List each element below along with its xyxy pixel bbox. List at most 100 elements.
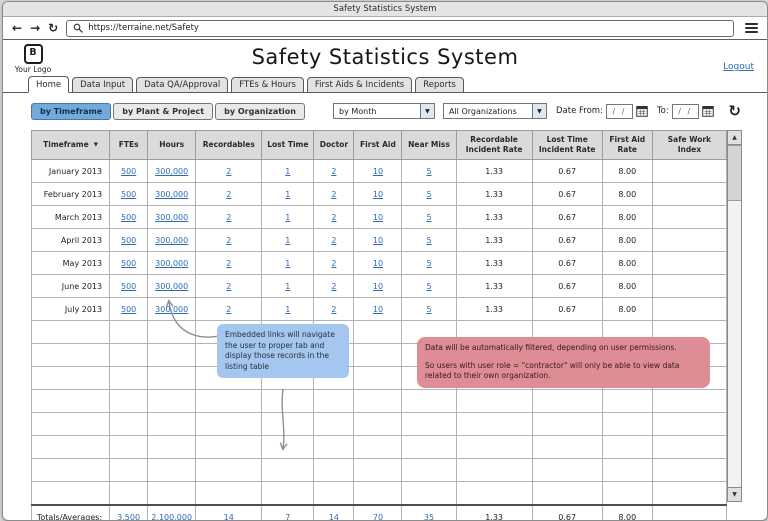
cell-link[interactable]: 300,000 bbox=[155, 213, 188, 222]
cell-link[interactable]: 2 bbox=[226, 282, 231, 291]
cell-link[interactable]: 1 bbox=[285, 305, 290, 314]
tab-reports[interactable]: Reports bbox=[415, 77, 464, 92]
chevron-down-icon[interactable]: ▼ bbox=[420, 104, 434, 118]
column-header[interactable]: Doctor bbox=[314, 131, 354, 160]
scroll-down-icon[interactable]: ▼ bbox=[728, 487, 741, 501]
cell-link[interactable]: 500 bbox=[121, 236, 136, 245]
cell-link[interactable]: 2 bbox=[226, 213, 231, 222]
by-organization-button[interactable]: by Organization bbox=[215, 103, 305, 120]
column-header[interactable]: First Aid Rate bbox=[602, 131, 652, 160]
cell-link[interactable]: 5 bbox=[426, 213, 431, 222]
chevron-down-icon[interactable]: ▼ bbox=[532, 104, 546, 118]
cell-link[interactable]: 10 bbox=[373, 259, 383, 268]
cell-link[interactable]: 2 bbox=[331, 305, 336, 314]
scrollbar-thumb[interactable] bbox=[728, 145, 741, 201]
cell-link[interactable]: 1 bbox=[285, 190, 290, 199]
cell-link[interactable]: 5 bbox=[426, 236, 431, 245]
url-bar[interactable]: https://terraine.net/Safety bbox=[66, 20, 734, 37]
cell-link[interactable]: 500 bbox=[121, 213, 136, 222]
cell-link[interactable]: 2 bbox=[331, 213, 336, 222]
cell-link[interactable]: 300,000 bbox=[155, 259, 188, 268]
cell-link[interactable]: 2 bbox=[331, 282, 336, 291]
column-header[interactable]: Lost Time bbox=[262, 131, 314, 160]
cell-link[interactable]: 10 bbox=[373, 305, 383, 314]
cell-link[interactable]: 2,100,000 bbox=[151, 513, 192, 521]
cell-link[interactable]: 300,000 bbox=[155, 282, 188, 291]
month-select[interactable]: by Month ▼ bbox=[333, 103, 435, 119]
cell-link[interactable]: 300,000 bbox=[155, 236, 188, 245]
by-plant-project-button[interactable]: by Plant & Project bbox=[113, 103, 213, 120]
cell-link[interactable]: 500 bbox=[121, 190, 136, 199]
cell-link[interactable]: 1 bbox=[285, 167, 290, 176]
tab-data-qa-approval[interactable]: Data QA/Approval bbox=[136, 77, 228, 92]
cell-link[interactable]: 300,000 bbox=[155, 305, 188, 314]
cell-link[interactable]: 2 bbox=[331, 259, 336, 268]
cell-link[interactable]: 300,000 bbox=[155, 190, 188, 199]
column-header[interactable]: Lost Time Incident Rate bbox=[532, 131, 602, 160]
sort-desc-icon[interactable]: ▼ bbox=[94, 142, 98, 148]
back-icon[interactable]: ← bbox=[12, 22, 22, 34]
search-icon bbox=[73, 23, 83, 33]
cell-link[interactable]: 5 bbox=[426, 305, 431, 314]
reload-icon[interactable]: ↻ bbox=[48, 22, 58, 34]
cell-link[interactable]: 500 bbox=[121, 305, 136, 314]
cell-link[interactable]: 1 bbox=[285, 282, 290, 291]
tab-home[interactable]: Home bbox=[28, 76, 69, 93]
page-header: B Your Logo Safety Statistics System Log… bbox=[3, 40, 767, 75]
refresh-icon[interactable]: ↻ bbox=[728, 104, 741, 119]
column-header[interactable]: Timeframe▼ bbox=[32, 131, 110, 160]
column-header[interactable]: Safe Work Index bbox=[652, 131, 726, 160]
cell-link[interactable]: 14 bbox=[224, 513, 234, 521]
cell-link[interactable]: 2 bbox=[226, 305, 231, 314]
cell-link[interactable]: 500 bbox=[121, 167, 136, 176]
date-from-input[interactable]: / / bbox=[606, 104, 633, 119]
tab-ftes-hours[interactable]: FTEs & Hours bbox=[231, 77, 304, 92]
cell-link[interactable]: 1 bbox=[285, 213, 290, 222]
cell-link[interactable]: 10 bbox=[373, 282, 383, 291]
cell-link[interactable]: 5 bbox=[426, 167, 431, 176]
column-header[interactable]: Recordable Incident Rate bbox=[456, 131, 532, 160]
forward-icon[interactable]: → bbox=[30, 22, 40, 34]
tab-data-input[interactable]: Data Input bbox=[72, 77, 133, 92]
cell-link[interactable]: 35 bbox=[424, 513, 434, 521]
logout-link[interactable]: Logout bbox=[723, 62, 754, 72]
table-scrollbar[interactable]: ▲ ▼ bbox=[727, 130, 742, 502]
cell-link[interactable]: 3,500 bbox=[117, 513, 140, 521]
column-header[interactable]: FTEs bbox=[110, 131, 148, 160]
cell-link[interactable]: 10 bbox=[373, 236, 383, 245]
cell-link[interactable]: 2 bbox=[226, 190, 231, 199]
cell-link[interactable]: 500 bbox=[121, 259, 136, 268]
date-to-input[interactable]: / / bbox=[672, 104, 699, 119]
cell-link[interactable]: 300,000 bbox=[155, 167, 188, 176]
organization-select[interactable]: All Organizations ▼ bbox=[443, 103, 547, 119]
column-header[interactable]: Near Miss bbox=[402, 131, 456, 160]
calendar-icon[interactable] bbox=[702, 105, 714, 117]
column-header[interactable]: First Aid bbox=[354, 131, 402, 160]
scroll-up-icon[interactable]: ▲ bbox=[728, 131, 741, 145]
cell-link[interactable]: 5 bbox=[426, 190, 431, 199]
cell-link[interactable]: 10 bbox=[373, 167, 383, 176]
cell-link[interactable]: 2 bbox=[331, 236, 336, 245]
cell-link[interactable]: 70 bbox=[373, 513, 383, 521]
cell-link[interactable]: 2 bbox=[331, 190, 336, 199]
cell-link[interactable]: 2 bbox=[226, 236, 231, 245]
cell-link[interactable]: 2 bbox=[226, 259, 231, 268]
cell-link[interactable]: 7 bbox=[285, 513, 290, 521]
cell-link[interactable]: 2 bbox=[331, 167, 336, 176]
by-timeframe-button[interactable]: by Timeframe bbox=[31, 103, 111, 120]
cell-link[interactable]: 5 bbox=[426, 282, 431, 291]
cell-link[interactable]: 10 bbox=[373, 213, 383, 222]
cell-link[interactable]: 5 bbox=[426, 259, 431, 268]
tab-first-aids-incidents[interactable]: First Aids & Incidents bbox=[307, 77, 412, 92]
calendar-icon[interactable] bbox=[636, 105, 648, 117]
menu-icon[interactable] bbox=[745, 23, 758, 33]
table-row: May 2013500300,0002121051.330.678.00 bbox=[32, 252, 727, 275]
cell-link[interactable]: 2 bbox=[226, 167, 231, 176]
cell-link[interactable]: 500 bbox=[121, 282, 136, 291]
cell-link[interactable]: 14 bbox=[329, 513, 339, 521]
column-header[interactable]: Hours bbox=[148, 131, 196, 160]
cell-link[interactable]: 1 bbox=[285, 236, 290, 245]
column-header[interactable]: Recordables bbox=[196, 131, 262, 160]
cell-link[interactable]: 1 bbox=[285, 259, 290, 268]
cell-link[interactable]: 10 bbox=[373, 190, 383, 199]
